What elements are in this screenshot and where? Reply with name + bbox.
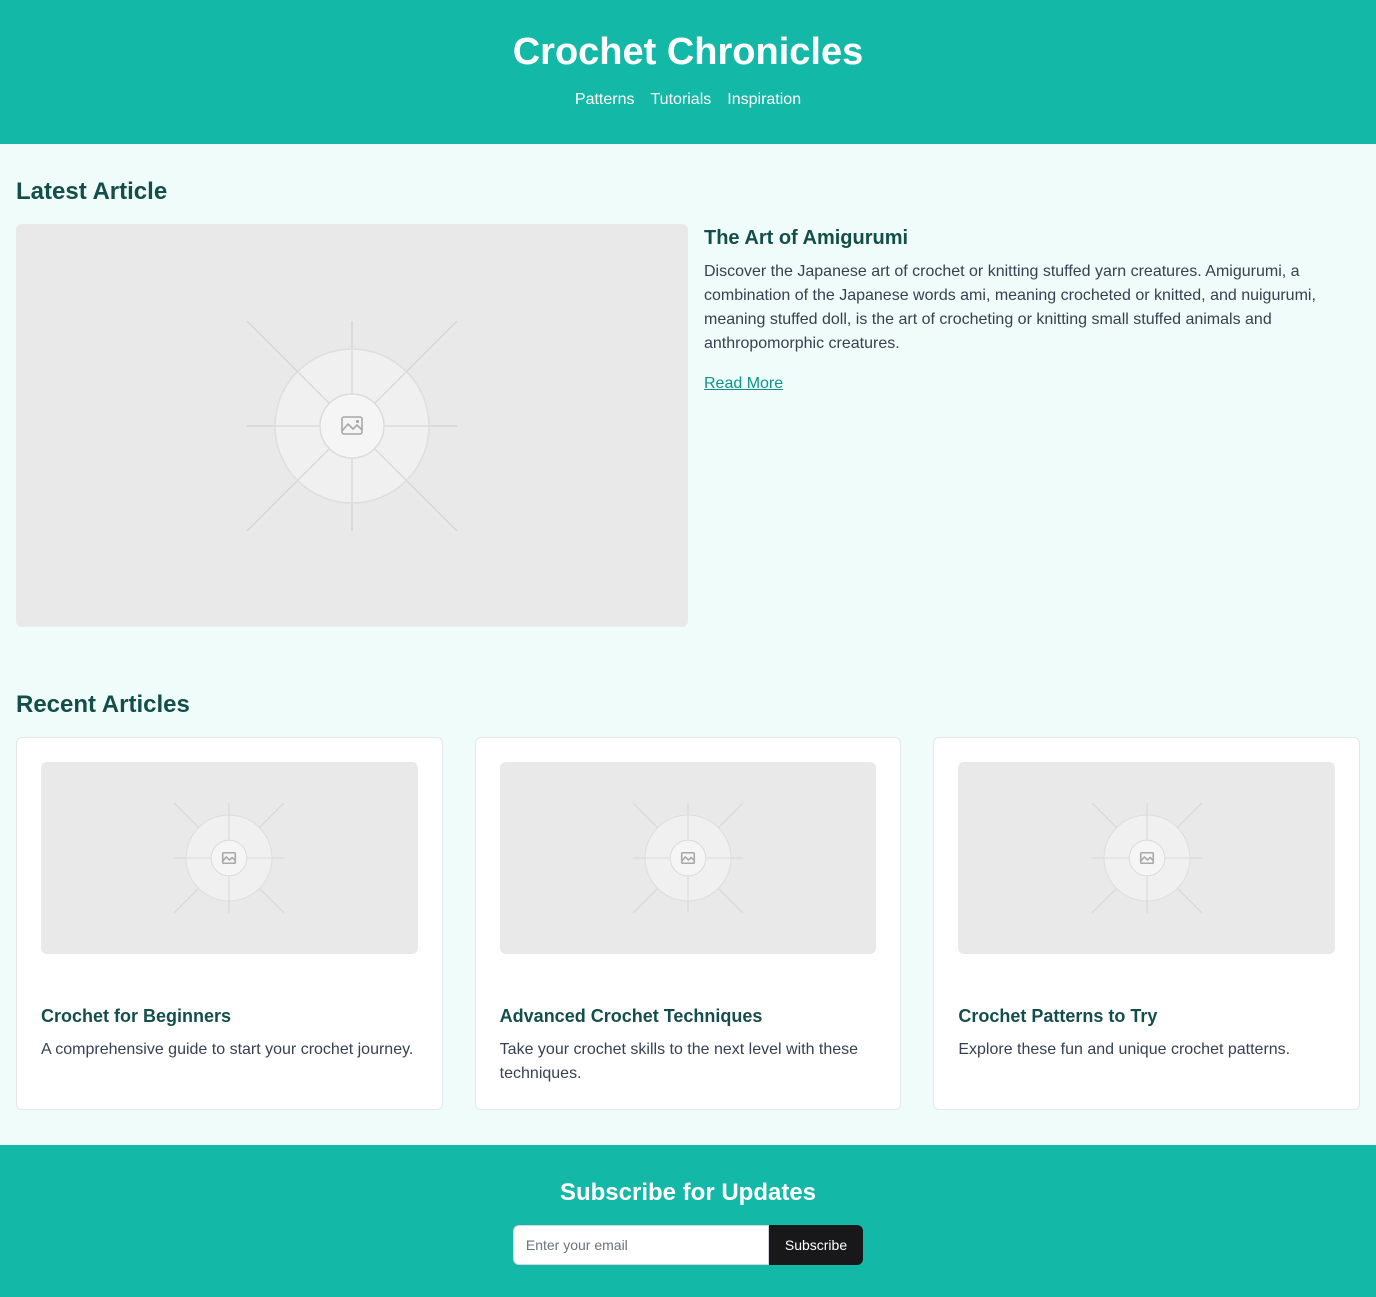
article-card-image (958, 762, 1336, 954)
email-input[interactable] (512, 1225, 769, 1265)
article-card-body: Explore these fun and unique crochet pat… (958, 1041, 1291, 1058)
nav-link-tutorials[interactable]: Tutorials (651, 88, 712, 112)
main-nav: Patterns Tutorials Inspiration (0, 88, 1376, 112)
article-card-body: Take your crochet skills to the next lev… (499, 1041, 859, 1082)
article-card-title: Crochet for Beginners (41, 1006, 232, 1026)
article-card[interactable]: Crochet Patterns to Try Explore these fu… (933, 737, 1361, 1110)
subscribe-heading: Subscribe for Updates (559, 1179, 817, 1206)
article-card-title: Advanced Crochet Techniques (499, 1006, 763, 1026)
featured-article-image (16, 224, 688, 627)
recent-articles-heading: Recent Articles (16, 691, 190, 718)
subscribe-button[interactable]: Subscribe (768, 1225, 864, 1265)
site-title: Crochet Chronicles (512, 31, 864, 73)
subscribe-footer: Subscribe for Updates Subscribe (0, 1145, 1376, 1297)
article-card[interactable]: Advanced Crochet Techniques Take your cr… (474, 737, 902, 1110)
image-placeholder-icon (633, 803, 743, 913)
article-card-image (499, 762, 877, 954)
featured-article-title: The Art of Amigurumi (704, 227, 909, 249)
article-card-list: Crochet for Beginners A comprehensive gu… (16, 737, 1361, 1110)
featured-article-body: Discover the Japanese art of crochet or … (704, 263, 1316, 352)
article-card[interactable]: Crochet for Beginners A comprehensive gu… (16, 737, 443, 1110)
main-content: Latest Article The Art of Amigurumi Disc… (0, 144, 1376, 1110)
nav-link-patterns[interactable]: Patterns (575, 88, 635, 112)
site-header: Crochet Chronicles Patterns Tutorials In… (0, 0, 1376, 144)
image-placeholder-icon (247, 320, 457, 531)
latest-article-section: Latest Article The Art of Amigurumi Disc… (16, 144, 1360, 627)
article-card-image (41, 762, 418, 954)
article-card-title: Crochet Patterns to Try (958, 1006, 1158, 1026)
subscribe-form: Subscribe (0, 1225, 1376, 1265)
image-placeholder-icon (1091, 803, 1202, 913)
nav-link-inspiration[interactable]: Inspiration (727, 88, 801, 112)
latest-article-heading: Latest Article (16, 178, 168, 205)
read-more-link[interactable]: Read More (704, 372, 783, 396)
featured-article-text: The Art of Amigurumi Discover the Japane… (704, 224, 1360, 627)
image-placeholder-icon (174, 803, 285, 913)
article-card-body: A comprehensive guide to start your croc… (41, 1041, 414, 1058)
recent-articles-section: Recent Articles Crochet for Beginners A … (16, 627, 1361, 1110)
